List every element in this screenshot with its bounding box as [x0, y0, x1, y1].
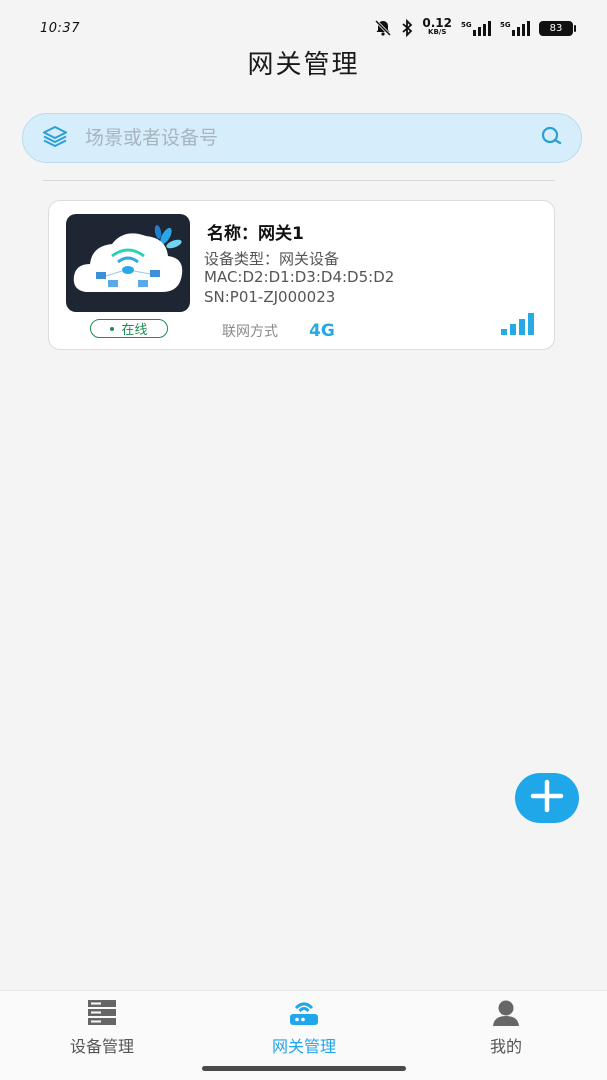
signal-strength-icon — [501, 313, 535, 339]
gateway-sn: SN:P01-ZJ000023 — [204, 288, 336, 306]
gateway-name: 名称：网关1 — [207, 224, 304, 244]
server-icon — [87, 999, 117, 1031]
mute-bell-icon — [374, 19, 392, 37]
svg-text:5G: 5G — [461, 21, 472, 29]
tab-label-me: 我的 — [489, 1037, 522, 1056]
layers-icon[interactable] — [41, 125, 69, 151]
tab-me[interactable]: 我的 — [446, 999, 566, 1057]
status-badge: 在线 — [90, 319, 168, 338]
status-icons: 0.12 KB/S 5G 5G 83 — [374, 16, 576, 37]
search-bar[interactable] — [22, 113, 582, 163]
home-indicator[interactable] — [202, 1066, 406, 1071]
status-dot — [110, 326, 115, 331]
divider — [43, 180, 555, 181]
gateway-mac: MAC:D2:D1:D3:D4:D5:D2 — [204, 268, 395, 286]
tab-label-device-management: 设备管理 — [69, 1037, 134, 1056]
status-text: 在线 — [121, 323, 148, 338]
battery-indicator: 83 — [539, 20, 576, 36]
search-icon[interactable] — [539, 124, 563, 152]
user-icon — [491, 999, 521, 1031]
cloud-network-icon — [73, 225, 183, 292]
network-speed: 0.12 KB/S — [422, 16, 452, 36]
tab-label-gateway-management: 网关管理 — [271, 1037, 336, 1056]
page-title: 网关管理 — [247, 50, 360, 80]
plus-icon — [529, 778, 565, 818]
gateway-thumbnail — [66, 214, 190, 312]
tab-device-management[interactable]: 设备管理 — [42, 999, 162, 1057]
gateway-type: 设备类型：网关设备 — [204, 250, 340, 268]
tab-gateway-management[interactable]: 网关管理 — [244, 999, 364, 1057]
status-time: 10:37 — [40, 20, 80, 36]
search-input[interactable] — [85, 127, 539, 149]
connection-label: 联网方式 — [222, 324, 278, 340]
gateway-card[interactable]: 在线 名称：网关1 设备类型：网关设备 MAC:D2:D1:D3:D4:D5:D… — [48, 200, 555, 350]
add-gateway-button[interactable] — [515, 773, 579, 823]
cell-signal-2-icon: 5G — [500, 20, 530, 36]
connection-value: 4G — [309, 321, 335, 341]
cell-signal-icon: 5G — [461, 20, 491, 36]
bluetooth-icon — [401, 19, 413, 37]
router-icon — [287, 999, 321, 1031]
svg-text:5G: 5G — [500, 21, 511, 29]
